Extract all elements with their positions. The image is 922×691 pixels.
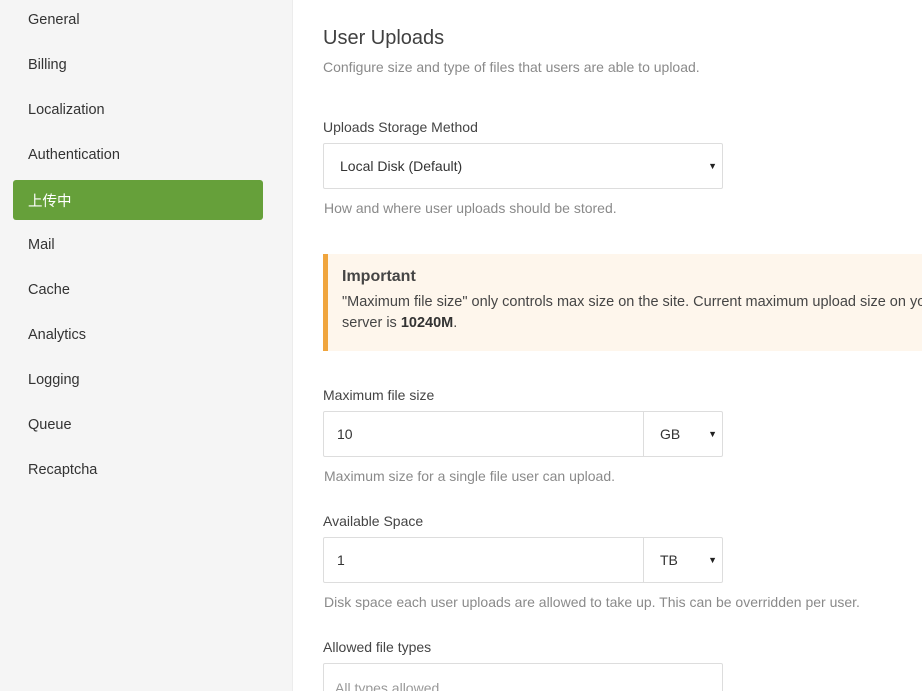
alert-title: Important: [342, 268, 416, 285]
storage-method-select[interactable]: Local Disk (Default) ▼: [323, 143, 723, 189]
storage-method-value: Local Disk (Default): [340, 158, 463, 174]
sidebar-item-label: Mail: [28, 237, 55, 253]
sidebar-item-label: Recaptcha: [28, 462, 98, 478]
storage-method-label: Uploads Storage Method: [323, 119, 478, 135]
sidebar-item-label: Logging: [28, 372, 80, 388]
caret-down-icon: ▼: [708, 555, 717, 565]
alert-body-line2: server is 10240M.: [342, 313, 922, 334]
sidebar-item-label: Cache: [28, 282, 70, 298]
allowed-file-types-label: Allowed file types: [323, 639, 432, 655]
storage-method-help: How and where user uploads should be sto…: [324, 200, 617, 216]
sidebar-item-general[interactable]: General: [13, 0, 263, 40]
max-file-size-group: 10 GB ▼: [323, 411, 723, 457]
settings-sidebar: General Billing Localization Authenticat…: [0, 0, 293, 691]
available-space-unit-select[interactable]: TB ▼: [644, 538, 722, 582]
sidebar-item-label: Queue: [28, 417, 72, 433]
alert-body: "Maximum file size" only controls max si…: [342, 292, 922, 334]
sidebar-item-localization[interactable]: Localization: [13, 90, 263, 130]
allowed-file-types-placeholder: All types allowed: [335, 680, 440, 691]
allowed-file-types-input[interactable]: All types allowed: [323, 663, 723, 691]
sidebar-item-queue[interactable]: Queue: [13, 405, 263, 445]
sidebar-item-label: 上传中: [28, 193, 72, 210]
max-file-size-help: Maximum size for a single file user can …: [324, 468, 616, 484]
page-subtitle: Configure size and type of files that us…: [323, 59, 700, 75]
available-space-unit-value: TB: [660, 552, 678, 568]
sidebar-item-label: Billing: [28, 57, 67, 73]
page-title: User Uploads: [323, 27, 445, 49]
max-file-size-input[interactable]: 10: [324, 412, 644, 456]
alert-prefix: server is: [342, 315, 401, 331]
sidebar-item-cache[interactable]: Cache: [13, 270, 263, 310]
alert-body-line1: "Maximum file size" only controls max si…: [342, 294, 922, 310]
sidebar-item-label: Analytics: [28, 327, 87, 343]
max-file-size-unit-select[interactable]: GB ▼: [644, 412, 722, 456]
available-space-help: Disk space each user uploads are allowed…: [324, 594, 860, 610]
important-alert: Important "Maximum file size" only contr…: [323, 254, 922, 351]
settings-panel: User Uploads Configure size and type of …: [293, 0, 922, 691]
sidebar-item-recaptcha[interactable]: Recaptcha: [13, 450, 263, 490]
max-file-size-unit-value: GB: [660, 426, 681, 442]
available-space-input[interactable]: 1: [324, 538, 644, 582]
max-file-size-label: Maximum file size: [323, 387, 435, 403]
sidebar-item-logging[interactable]: Logging: [13, 360, 263, 400]
available-space-label: Available Space: [323, 513, 424, 529]
sidebar-item-mail[interactable]: Mail: [13, 225, 263, 265]
sidebar-item-label: General: [28, 12, 80, 28]
alert-suffix: .: [453, 315, 458, 331]
sidebar-item-analytics[interactable]: Analytics: [13, 315, 263, 355]
sidebar-item-label: Localization: [28, 102, 105, 118]
alert-max-upload-value: 10240M: [400, 315, 454, 331]
caret-down-icon: ▼: [708, 161, 717, 171]
caret-down-icon: ▼: [708, 429, 717, 439]
sidebar-item-label: Authentication: [28, 147, 120, 163]
sidebar-item-billing[interactable]: Billing: [13, 45, 263, 85]
available-space-group: 1 TB ▼: [323, 537, 723, 583]
sidebar-item-authentication[interactable]: Authentication: [13, 135, 263, 175]
sidebar-item-uploading[interactable]: 上传中: [13, 180, 263, 220]
